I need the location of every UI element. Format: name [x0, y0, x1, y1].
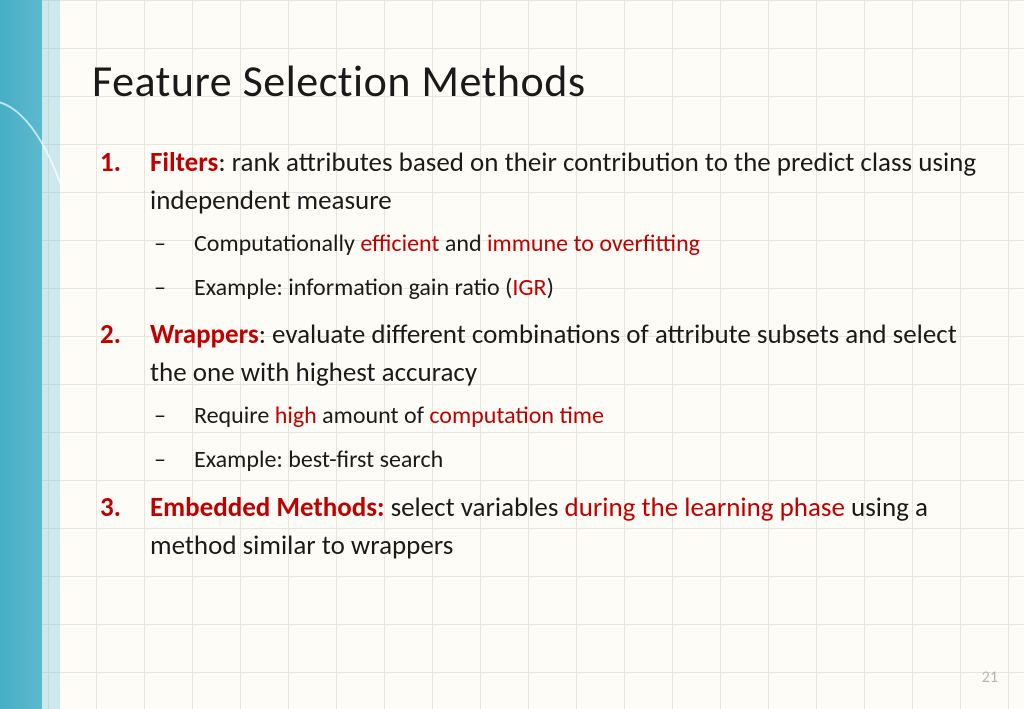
main-item-2: Wrappers: evaluate different combination…: [92, 316, 984, 476]
sub-item: Example: best-first search: [150, 444, 984, 476]
sub-text: Computationally: [194, 229, 360, 258]
slide-number: 21: [982, 668, 998, 687]
highlight-text: efficient: [360, 229, 439, 258]
sub-text: Example: best-first search: [194, 445, 443, 474]
item-text: : rank attributes based on their contrib…: [150, 146, 976, 217]
slide-title: Feature Selection Methods: [92, 54, 984, 108]
item-text: select variables: [391, 491, 565, 524]
item-text: : evaluate different combinations of att…: [150, 318, 957, 389]
sub-item: Require high amount of computation time: [150, 400, 984, 432]
sub-text: amount of: [317, 401, 430, 430]
highlight-text: immune to overfitting: [487, 229, 700, 258]
item-label: Filters: [150, 146, 218, 179]
sub-text: and: [439, 229, 487, 258]
sub-list: Require high amount of computation time E…: [150, 400, 984, 477]
slide-content: Feature Selection Methods Filters: rank …: [0, 0, 1024, 610]
sub-text: ): [547, 273, 554, 302]
highlight-text: high: [275, 401, 317, 430]
highlight-text: computation time: [429, 401, 604, 430]
sub-item: Example: information gain ratio (IGR): [150, 272, 984, 304]
item-label: Embedded Methods:: [150, 491, 391, 524]
sub-text: Require: [194, 401, 275, 430]
main-list: Filters: rank attributes based on their …: [92, 144, 984, 564]
highlight-text: IGR: [512, 273, 546, 302]
sub-text: Example: information gain ratio (: [194, 273, 512, 302]
sub-list: Computationally efficient and immune to …: [150, 228, 984, 305]
main-item-1: Filters: rank attributes based on their …: [92, 144, 984, 304]
item-label: Wrappers: [150, 318, 259, 351]
highlight-text: during the learning phase: [565, 491, 845, 524]
main-item-3: Embedded Methods: select variables durin…: [92, 489, 984, 565]
sub-item: Computationally efficient and immune to …: [150, 228, 984, 260]
